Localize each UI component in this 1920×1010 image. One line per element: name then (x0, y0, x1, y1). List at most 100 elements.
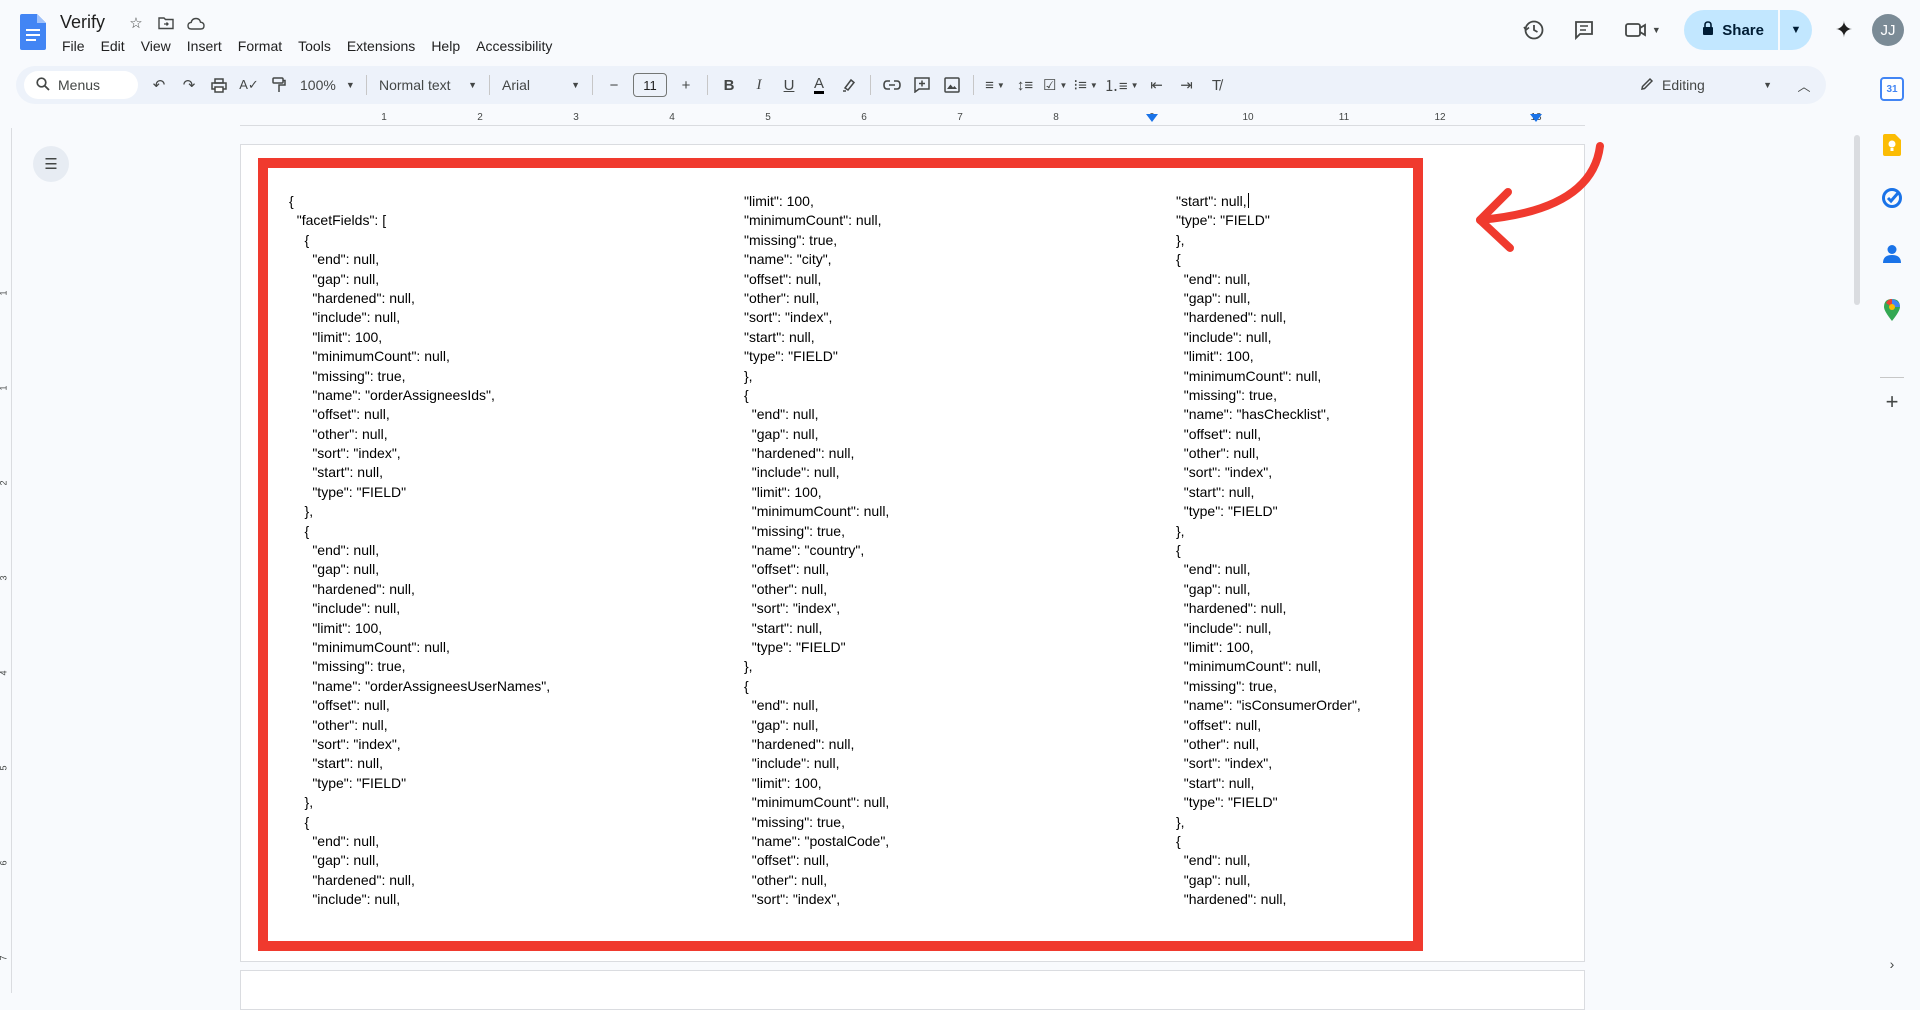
side-panel-divider (1880, 377, 1904, 378)
font-size-input[interactable]: 11 (633, 73, 667, 97)
menu-file[interactable]: File (54, 36, 93, 56)
undo-icon[interactable]: ↶ (144, 71, 174, 99)
toolbar-divider (973, 75, 974, 95)
vertical-scrollbar[interactable] (1852, 130, 1862, 993)
ruler-number: 7 (957, 112, 963, 123)
ruler-number: 2 (477, 112, 483, 123)
comments-icon[interactable] (1564, 10, 1604, 50)
editing-mode-label: Editing (1662, 77, 1705, 93)
chevron-right-icon[interactable]: › (1880, 952, 1904, 976)
menu-edit[interactable]: Edit (93, 36, 133, 56)
decrease-font-size-icon[interactable]: − (599, 71, 629, 99)
tasks-icon[interactable] (1880, 186, 1904, 210)
share-label: Share (1722, 21, 1764, 39)
font-value: Arial (502, 77, 531, 93)
numbered-list-icon[interactable]: ⒈≡ ▼ (1101, 71, 1142, 99)
gemini-icon[interactable]: ✦ (1824, 10, 1864, 50)
formatting-toolbar: Menus ↶ ↷ A✓ 100% ▼ Normal text ▼ Arial ▼ −… (16, 66, 1826, 104)
zoom-select[interactable]: 100% ▼ (294, 71, 360, 99)
bulleted-list-icon[interactable]: ⁝≡ ▼ (1070, 71, 1100, 99)
paragraph-style-select[interactable]: Normal text ▼ (373, 71, 483, 99)
checklist-icon[interactable]: ☑ ▼ (1040, 71, 1070, 99)
cloud-saved-icon[interactable] (186, 13, 206, 33)
highlight-color-icon[interactable] (834, 71, 864, 99)
toolbar-divider (592, 75, 593, 95)
version-history-icon[interactable] (1514, 10, 1554, 50)
highlight-box (258, 158, 1423, 951)
caret-down-icon: ▼ (1763, 80, 1772, 90)
caret-down-icon: ▼ (468, 80, 477, 90)
increase-indent-icon[interactable]: ⇥ (1172, 71, 1202, 99)
toolbar-divider (870, 75, 871, 95)
keep-icon[interactable] (1880, 133, 1904, 157)
editing-mode-select[interactable]: Editing ▼ (1630, 71, 1780, 99)
ruler-number: 4 (669, 112, 675, 123)
ruler-baseline (240, 125, 1585, 126)
toolbar-divider (707, 75, 708, 95)
meet-icon[interactable]: ▼ (1614, 10, 1670, 50)
share-button[interactable]: Share (1684, 10, 1778, 50)
bold-icon[interactable]: B (714, 71, 744, 99)
ruler-number: 11 (1338, 112, 1350, 123)
zoom-value: 100% (300, 77, 336, 93)
collapse-menus-icon[interactable]: ︿ (1790, 71, 1818, 99)
vruler-number: 5 (0, 765, 9, 770)
add-icon[interactable]: + (1880, 389, 1904, 414)
avatar[interactable]: JJ (1872, 14, 1904, 46)
ruler-number: 6 (861, 112, 867, 123)
menu-insert[interactable]: Insert (179, 36, 230, 56)
line-spacing-icon[interactable]: ↕≡ (1010, 71, 1040, 99)
vertical-ruler: 1 1 2 3 4 5 6 7 (0, 128, 12, 993)
move-folder-icon[interactable] (156, 13, 176, 33)
menu-format[interactable]: Format (230, 36, 290, 56)
redo-icon[interactable]: ↷ (174, 71, 204, 99)
caret-down-icon: ▼ (571, 80, 580, 90)
scrollbar-thumb[interactable] (1854, 135, 1860, 305)
contacts-icon[interactable] (1880, 242, 1904, 266)
menu-accessibility[interactable]: Accessibility (468, 36, 560, 56)
menu-bar: File Edit View Insert Format Tools Exten… (54, 36, 560, 56)
ruler-number: 8 (1053, 112, 1059, 123)
star-icon[interactable]: ☆ (126, 13, 146, 33)
insert-link-icon[interactable] (877, 71, 907, 99)
right-margin-marker[interactable] (1530, 114, 1542, 122)
text-color-icon[interactable]: A (804, 71, 834, 99)
print-icon[interactable] (204, 71, 234, 99)
search-icon (36, 76, 50, 94)
document-outline-icon[interactable]: ☰ (33, 146, 69, 182)
vruler-number: 3 (0, 575, 9, 580)
vruler-number: 7 (0, 955, 9, 960)
insert-image-icon[interactable] (937, 71, 967, 99)
side-panel: 31 + › (1864, 62, 1920, 993)
ruler-number: 12 (1434, 112, 1446, 123)
paint-format-icon[interactable] (264, 71, 294, 99)
vruler-number: 4 (0, 670, 9, 675)
top-bar: Verify ☆ File Edit View Insert Format To… (0, 0, 1920, 62)
share-dropdown-icon[interactable]: ▼ (1780, 10, 1812, 50)
menu-extensions[interactable]: Extensions (339, 36, 423, 56)
document-page-2[interactable] (240, 970, 1585, 1010)
document-title[interactable]: Verify (60, 12, 105, 33)
font-select[interactable]: Arial ▼ (496, 71, 586, 99)
calendar-icon[interactable]: 31 (1880, 77, 1904, 101)
clear-formatting-icon[interactable]: T̸ (1202, 71, 1232, 99)
pencil-icon (1640, 77, 1654, 94)
maps-icon[interactable] (1880, 298, 1904, 322)
menu-help[interactable]: Help (423, 36, 468, 56)
italic-icon[interactable]: I (744, 71, 774, 99)
vruler-number: 1 (0, 385, 9, 390)
underline-icon[interactable]: U (774, 71, 804, 99)
lock-icon (1702, 20, 1714, 40)
horizontal-ruler[interactable]: 1 2 3 4 5 6 7 8 9 10 11 12 13 (240, 110, 1585, 128)
decrease-indent-icon[interactable]: ⇤ (1142, 71, 1172, 99)
indent-marker[interactable] (1146, 114, 1158, 122)
ruler-number: 5 (765, 112, 771, 123)
spellcheck-icon[interactable]: A✓ (234, 71, 264, 99)
align-icon[interactable]: ≡ ▼ (980, 71, 1010, 99)
menu-view[interactable]: View (133, 36, 179, 56)
increase-font-size-icon[interactable]: + (671, 71, 701, 99)
docs-logo-icon[interactable] (20, 14, 46, 50)
menus-search[interactable]: Menus (24, 71, 138, 99)
menu-tools[interactable]: Tools (290, 36, 339, 56)
add-comment-icon[interactable] (907, 71, 937, 99)
